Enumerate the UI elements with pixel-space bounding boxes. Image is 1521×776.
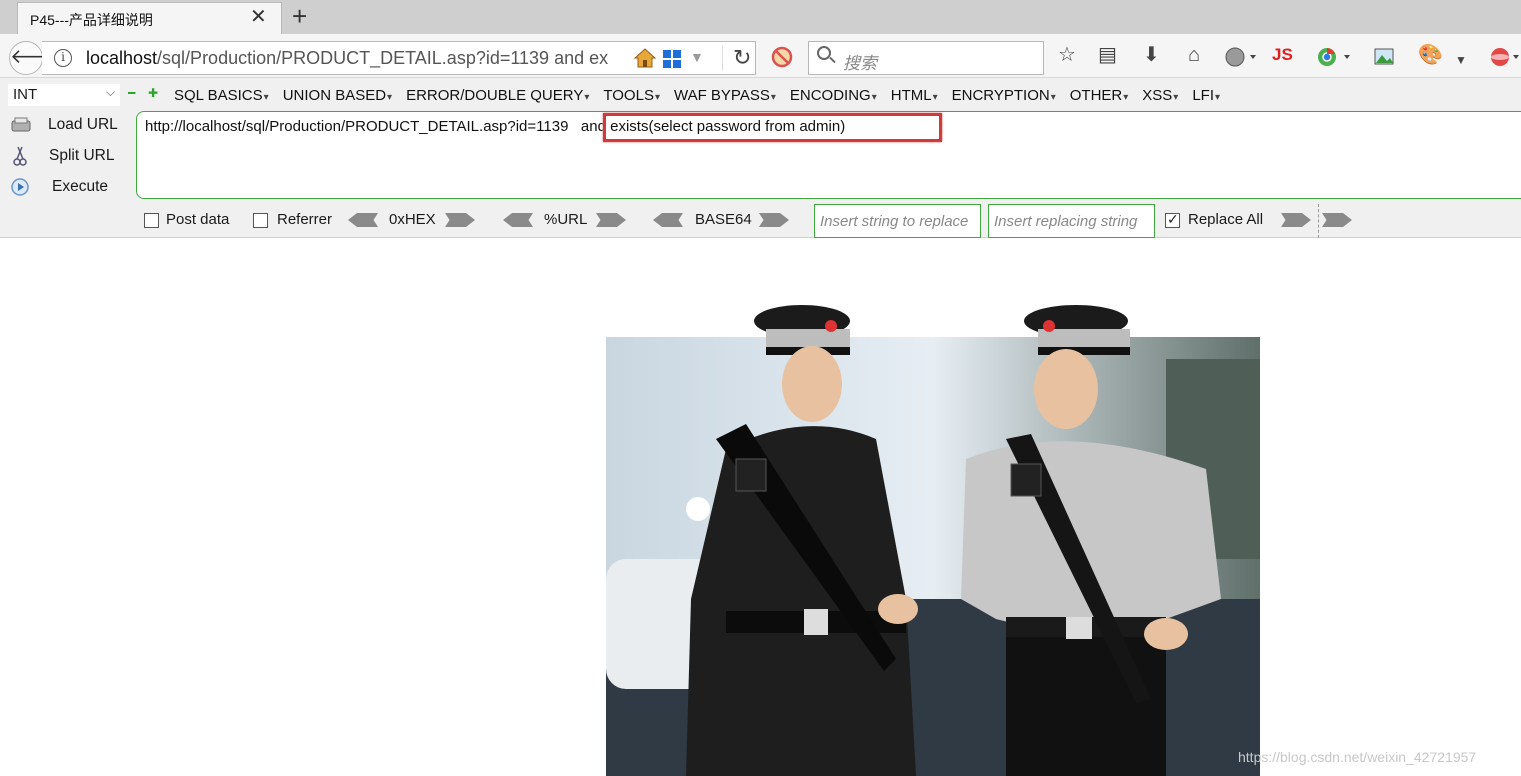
- search-input[interactable]: 搜索: [808, 41, 1044, 75]
- url-path: /sql/Production/PRODUCT_DETAIL.asp?id=11…: [157, 48, 609, 68]
- execute-label: Execute: [52, 178, 109, 195]
- menu-tools[interactable]: TOOLS: [603, 87, 660, 104]
- base64-encode-arrow-icon[interactable]: [759, 213, 789, 227]
- replace-all-label: Replace All: [1188, 211, 1264, 228]
- menu-xss[interactable]: XSS: [1142, 87, 1178, 104]
- referrer-box[interactable]: [253, 213, 268, 228]
- execute-button[interactable]: Execute: [10, 175, 130, 201]
- replace-string-placeholder: Insert string to replace: [820, 213, 969, 230]
- load-url-button[interactable]: Load URL: [10, 113, 130, 139]
- menu-lfi[interactable]: LFI: [1192, 87, 1220, 104]
- house-icon[interactable]: [634, 48, 656, 68]
- hex-decode-arrow-icon[interactable]: [348, 213, 378, 227]
- post-data-box[interactable]: [144, 213, 159, 228]
- url-text[interactable]: localhost/sql/Production/PRODUCT_DETAIL.…: [86, 48, 626, 69]
- base64-label: BASE64: [695, 211, 752, 228]
- replace-all-box[interactable]: [1165, 211, 1180, 228]
- home-icon[interactable]: ⌂: [1188, 43, 1200, 67]
- base64-decode-arrow-icon[interactable]: [653, 213, 683, 227]
- back-button[interactable]: 🡐: [9, 41, 64, 75]
- menu-html[interactable]: HTML: [891, 87, 938, 104]
- nav-bar: 🡐 i localhost/sql/Production/PRODUCT_DET…: [0, 34, 1521, 78]
- post-data-label: Post data: [166, 211, 230, 228]
- editor-url: http://localhost/sql/Production/PRODUCT_…: [145, 118, 569, 135]
- menu-sql-basics[interactable]: SQL BASICS: [174, 87, 269, 104]
- play-icon: [11, 178, 29, 196]
- reading-list-icon[interactable]: ▤: [1098, 43, 1117, 67]
- windows-icon[interactable]: [662, 49, 682, 69]
- url-decode-arrow-icon[interactable]: [503, 213, 533, 227]
- javascript-toggle-icon[interactable]: JS: [1272, 43, 1293, 67]
- menu-error-double-query[interactable]: ERROR/DOUBLE QUERY: [406, 87, 589, 104]
- url-encode-label: %URL: [544, 211, 588, 228]
- replacing-string-input[interactable]: Insert replacing string: [988, 204, 1155, 238]
- post-data-checkbox[interactable]: Post data: [144, 209, 244, 233]
- menu-union-based[interactable]: UNION BASED: [283, 87, 392, 104]
- chevron-down-icon[interactable]: ▼: [690, 49, 704, 65]
- load-url-icon: [11, 117, 31, 132]
- menu-other[interactable]: OTHER: [1070, 87, 1129, 104]
- watermark: https://blog.csdn.net/weixin_42721957: [1238, 749, 1477, 765]
- minus-icon[interactable]: ━: [128, 87, 139, 99]
- replace-all-arrow-icon[interactable]: [1322, 213, 1352, 227]
- tab-active[interactable]: P45---产品详细说明 ✕: [17, 2, 282, 34]
- replace-string-input[interactable]: Insert string to replace: [814, 204, 981, 238]
- split-url-button[interactable]: Split URL: [10, 144, 130, 170]
- payload-highlight: [603, 113, 942, 142]
- replacing-string-placeholder: Insert replacing string: [994, 213, 1138, 230]
- scissors-icon: [13, 146, 27, 166]
- tab-title: P45---产品详细说明: [30, 12, 153, 28]
- palette-icon[interactable]: 🎨: [1418, 43, 1443, 67]
- close-icon[interactable]: ✕: [250, 6, 267, 28]
- tab-strip: P45---产品详细说明 ✕ +: [0, 0, 1521, 34]
- replace-all-checkbox[interactable]: Replace All: [1165, 209, 1275, 233]
- reload-icon[interactable]: ↻: [722, 45, 751, 71]
- globe-icon[interactable]: [1224, 46, 1258, 68]
- product-image: [606, 305, 1260, 776]
- page-content: https://blog.csdn.net/weixin_42721957: [0, 239, 1521, 776]
- search-placeholder: 搜索: [843, 54, 877, 73]
- url-encode-arrow-icon[interactable]: [596, 213, 626, 227]
- plus-icon[interactable]: ✚: [148, 87, 159, 99]
- divider: [1318, 204, 1319, 238]
- hex-encode-arrow-icon[interactable]: [445, 213, 475, 227]
- load-url-label: Load URL: [48, 116, 118, 133]
- bookmark-star-icon[interactable]: ☆: [1058, 43, 1076, 67]
- image-tool-icon[interactable]: [1373, 46, 1397, 68]
- referrer-label: Referrer: [277, 211, 333, 228]
- chevron-down-icon: ⌵: [105, 85, 115, 99]
- menu-encryption[interactable]: ENCRYPTION: [952, 87, 1056, 104]
- blocker-icon[interactable]: [771, 46, 793, 68]
- url-bar[interactable]: i localhost/sql/Production/PRODUCT_DETAI…: [42, 41, 756, 75]
- menu-waf-bypass[interactable]: WAF BYPASS: [674, 87, 776, 104]
- hackbar-menu: SQL BASICS UNION BASED ERROR/DOUBLE QUERY T…: [174, 87, 1234, 104]
- type-select[interactable]: INT ⌵: [8, 84, 120, 106]
- referrer-checkbox[interactable]: Referrer: [253, 209, 343, 233]
- menu-encoding[interactable]: ENCODING: [790, 87, 877, 104]
- menu-dropdown-icon[interactable]: ▼: [1455, 48, 1467, 72]
- search-icon: [817, 46, 831, 60]
- new-tab-button[interactable]: +: [292, 2, 307, 30]
- split-url-label: Split URL: [49, 147, 115, 164]
- hackbar: INT ⌵ ━ ✚ SQL BASICS UNION BASED ERROR/DOU…: [0, 78, 1521, 238]
- chrome-icon[interactable]: [1316, 46, 1352, 68]
- hex-label: 0xHEX: [389, 211, 436, 228]
- info-icon[interactable]: i: [54, 49, 72, 67]
- type-select-value: INT: [13, 86, 38, 103]
- replace-arrow-icon[interactable]: [1281, 213, 1311, 227]
- download-icon[interactable]: ⬇: [1143, 43, 1160, 67]
- url-host: localhost: [86, 48, 158, 68]
- addon-icon[interactable]: [1488, 46, 1521, 68]
